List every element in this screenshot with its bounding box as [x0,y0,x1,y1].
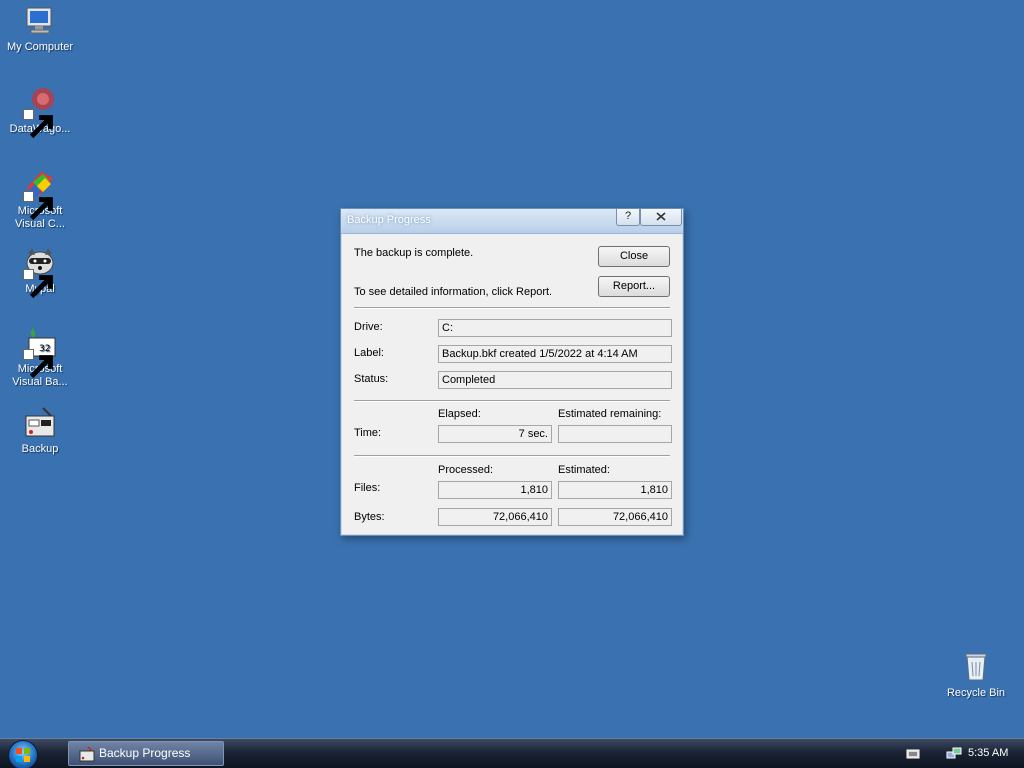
visual-c-icon [23,168,57,221]
desktop-icon-my-computer[interactable]: My Computer [0,4,80,54]
desktop-icon-label: Recycle Bin [946,687,1006,699]
files-label: Files: [354,482,381,494]
bytes-estimated-field: 72,066,410 [558,508,672,526]
label-field: Backup.bkf created 1/5/2022 at 4:14 AM [438,345,672,363]
taskbar-button-backup-progress[interactable]: Backup Progress [68,741,224,766]
desktop-icon-label: My Computer [6,41,74,53]
separator [354,455,670,457]
elapsed-field: 7 sec. [438,425,552,443]
desktop-icon-datawagon[interactable]: DataWago... [0,86,80,139]
backup-progress-dialog: Backup Progress ? The backup is complete… [340,208,684,536]
title-close-button[interactable] [640,209,682,226]
completion-message: The backup is complete. [354,247,474,259]
visual-basic-icon: 32 [23,326,57,379]
desktop-icon-label: Backup [21,443,59,455]
desktop-icon-backup[interactable]: Backup [0,406,80,456]
desktop-icon-visual-basic[interactable]: 32 Microsoft Visual Ba... [0,326,80,389]
shortcut-arrow-icon [23,109,53,139]
estimated-header: Estimated: [558,464,610,476]
elapsed-header: Elapsed: [438,408,481,420]
help-button[interactable]: ? [616,209,640,226]
shortcut-arrow-icon [23,191,53,221]
desktop-icon-recycle-bin[interactable]: Recycle Bin [936,650,1016,700]
taskbar-button-label: Backup Progress [99,746,191,760]
report-hint: To see detailed information, click Repor… [354,286,553,298]
shortcut-arrow-icon [23,269,53,299]
remaining-field [558,425,672,443]
keyboard-icon[interactable] [906,747,920,759]
remaining-header: Estimated remaining: [558,408,662,420]
windows-logo-icon [16,748,30,762]
status-label: Status: [354,373,389,385]
computer-icon [23,4,57,38]
separator [354,400,670,402]
dialog-title: Backup Progress [347,214,431,226]
network-icon[interactable] [946,747,962,761]
bytes-label: Bytes: [354,511,385,523]
bytes-processed-field: 72,066,410 [438,508,552,526]
clock[interactable]: 5:35 AM [968,747,1008,759]
separator [354,307,670,309]
desktop-icon-visual-c[interactable]: Microsoft Visual C... [0,168,80,231]
backup-icon [79,746,95,762]
files-estimated-field: 1,810 [558,481,672,499]
desktop-icon-mypal[interactable]: Mypal [0,246,80,299]
recycle-bin-icon [959,650,993,684]
taskbar: Backup Progress 5:35 AM [0,738,1024,768]
label-label: Label: [354,347,384,359]
status-field: Completed [438,371,672,389]
drive-field: C: [438,319,672,337]
start-button[interactable] [8,740,38,768]
dialog-titlebar[interactable]: Backup Progress ? [341,209,683,234]
time-label: Time: [354,427,382,439]
raccoon-icon [23,246,57,299]
shortcut-arrow-icon [23,349,53,379]
drive-label: Drive: [354,321,383,333]
processed-header: Processed: [438,464,494,476]
files-processed-field: 1,810 [438,481,552,499]
datawagon-icon [23,86,57,139]
report-button[interactable]: Report... [598,276,670,297]
close-button[interactable]: Close [598,246,670,267]
close-icon [656,212,666,221]
backup-icon [23,406,57,440]
